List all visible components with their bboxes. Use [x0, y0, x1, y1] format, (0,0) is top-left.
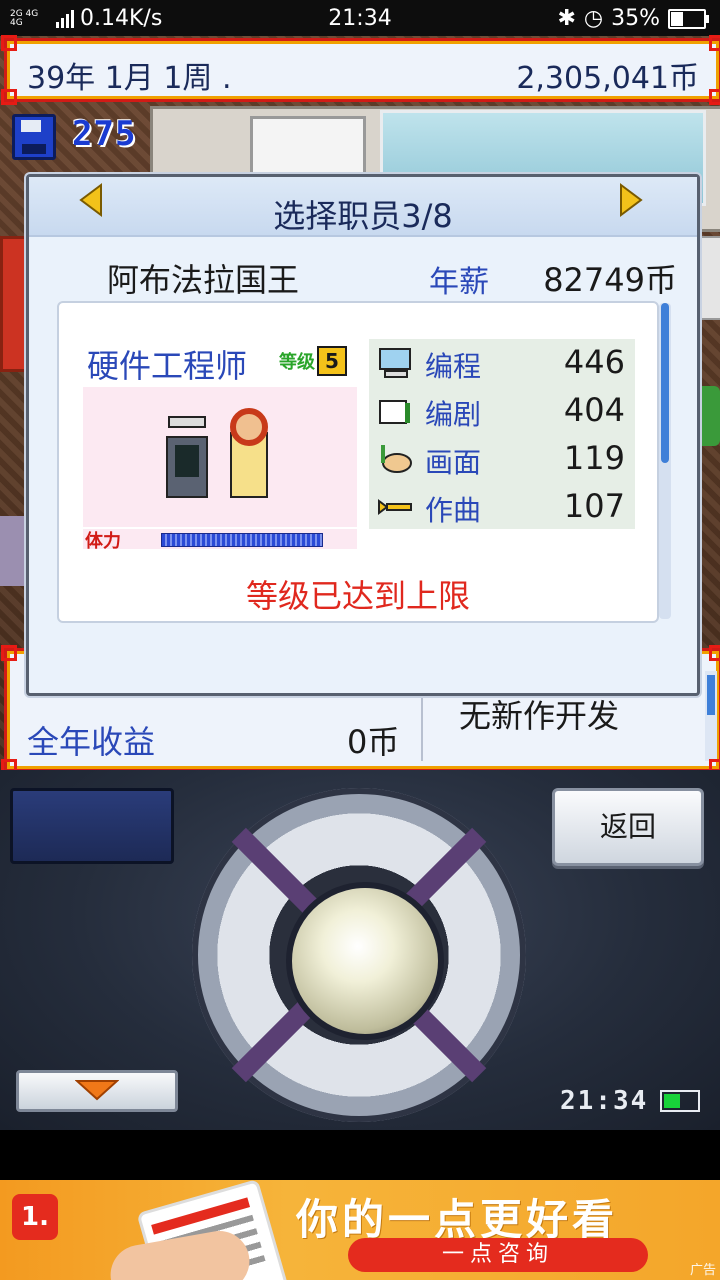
status-bar: 2G 4G 4G 0.14K/s 21:34 ✱ ◷ 35%: [0, 0, 720, 36]
virtual-controller: 返回 21:34: [0, 770, 720, 1130]
game-clock: 21:34: [560, 1086, 649, 1116]
frame-corner: [1, 645, 17, 661]
stat-programming: 编程 446: [369, 339, 635, 385]
stat-label: 画面: [425, 446, 482, 479]
dpad-center-button[interactable]: [286, 882, 444, 1040]
salary-label: 年薪: [429, 265, 489, 300]
employee-sprite-icon: [166, 408, 268, 498]
max-level-notice: 等级已达到上限: [245, 577, 470, 615]
employee-card[interactable]: 硬件工程师 等级 5 体力 编程 446 编剧 404 画面 119 作曲 10…: [57, 301, 659, 623]
ad-logo: 1.: [12, 1194, 58, 1240]
dpad[interactable]: [192, 788, 526, 1122]
ad-banner[interactable]: 1. 你的一点更好看 一点咨询 广告: [0, 1180, 720, 1280]
stamina-bar: [161, 533, 323, 547]
scroll-down-button[interactable]: [16, 1070, 178, 1112]
stat-sound: 作曲 107: [369, 483, 635, 529]
ad-tag: 广告: [689, 1263, 716, 1278]
back-button[interactable]: 返回: [552, 788, 704, 866]
frame-corner: [709, 89, 720, 105]
level-value: 5: [317, 346, 347, 376]
select-employee-dialog: 选择职员3/8 阿布法拉国王 年薪 82749币 硬件工程师 等级 5 体力 编…: [26, 174, 700, 696]
employee-name: 阿布法拉国王: [107, 261, 300, 299]
money-total: 2,305,041币: [516, 61, 699, 96]
salary-value: 82749币: [543, 261, 677, 299]
scrollbar[interactable]: [705, 671, 717, 761]
level-label: 等级: [279, 352, 315, 373]
dialog-scrollbar[interactable]: [659, 303, 671, 619]
annual-income-value: 0币: [347, 723, 400, 761]
game-date: 39年 1月 1周 .: [27, 61, 232, 96]
stat-value: 446: [563, 343, 625, 381]
stat-value: 119: [563, 439, 625, 477]
black-spacer: [0, 1130, 720, 1180]
frame-corner: [1, 89, 17, 105]
stat-label: 作曲: [425, 494, 482, 527]
chevron-down-icon: [75, 1080, 119, 1101]
save-icon[interactable]: [12, 114, 56, 160]
dialog-title: 选择职员3/8: [273, 197, 453, 235]
stat-value: 107: [563, 487, 625, 525]
paint-palette-icon: [377, 443, 413, 475]
next-employee-arrow-icon[interactable]: [617, 183, 645, 217]
alarm-icon: ◷: [583, 6, 604, 31]
employee-portrait: [83, 387, 357, 527]
battery-icon: [668, 8, 709, 29]
battery-percent: 35%: [611, 6, 660, 31]
stamina-label: 体力: [85, 531, 121, 552]
bluetooth-icon: ✱: [557, 6, 576, 31]
dev-status: 无新作开发: [459, 697, 620, 735]
frame-corner: [709, 645, 720, 661]
trumpet-icon: [377, 491, 413, 523]
stat-graphics: 画面 119: [369, 435, 635, 481]
skill-stats: 编程 446 编剧 404 画面 119 作曲 107: [369, 339, 635, 529]
annual-income-label: 全年收益: [27, 723, 156, 761]
stat-label: 编剧: [425, 398, 482, 431]
script-book-icon: [377, 395, 413, 427]
level-badge: 等级 5: [279, 346, 347, 376]
computer-icon: [377, 347, 413, 379]
menu-screen-button[interactable]: [10, 788, 174, 864]
frame-corner: [709, 35, 720, 51]
battery-icon: [660, 1090, 700, 1112]
date-money-bar: 39年 1月 1周 . 2,305,041币: [1, 35, 720, 105]
stat-scenario: 编剧 404: [369, 387, 635, 433]
frame-corner: [1, 35, 17, 51]
stat-value: 404: [563, 391, 625, 429]
stamina-row: 体力: [83, 529, 357, 552]
ad-cta-button[interactable]: 一点咨询: [348, 1238, 648, 1272]
stat-label: 编程: [425, 350, 482, 383]
research-points: 275: [72, 114, 137, 154]
dialog-header: 选择职员3/8: [29, 177, 697, 237]
job-title: 硬件工程师: [87, 347, 248, 385]
